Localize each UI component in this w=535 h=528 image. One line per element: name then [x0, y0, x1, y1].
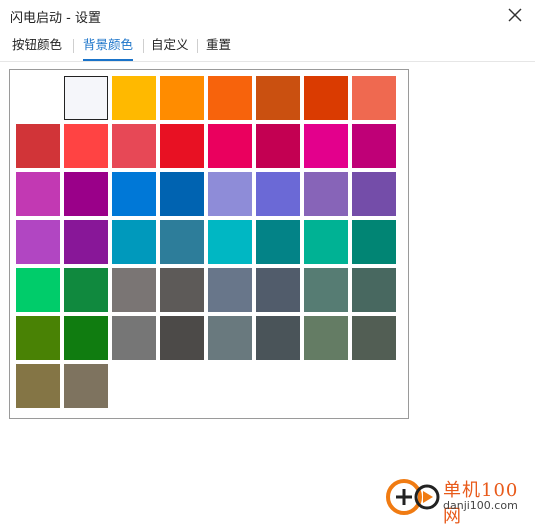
tab-button-color[interactable]: 按钮颜色 — [12, 33, 62, 59]
color-swatch[interactable] — [352, 268, 396, 312]
color-swatch[interactable] — [256, 268, 300, 312]
color-swatch[interactable] — [256, 172, 300, 216]
watermark-url: danji100.com — [443, 499, 518, 512]
color-swatch[interactable] — [256, 220, 300, 264]
color-swatch[interactable] — [16, 220, 60, 264]
color-swatch[interactable] — [304, 220, 348, 264]
tab-reset[interactable]: 重置 — [206, 33, 231, 59]
color-swatch[interactable] — [16, 76, 60, 120]
tab-background-color[interactable]: 背景颜色 — [83, 33, 134, 61]
color-swatch[interactable] — [64, 220, 108, 264]
tab-custom[interactable]: 自定义 — [151, 33, 189, 59]
color-swatch[interactable] — [208, 76, 252, 120]
color-swatch[interactable] — [160, 172, 204, 216]
window-title: 闪电启动 - 设置 — [10, 11, 101, 26]
color-swatch[interactable] — [304, 172, 348, 216]
color-swatch[interactable] — [64, 124, 108, 168]
color-swatch[interactable] — [208, 316, 252, 360]
color-swatch[interactable] — [352, 220, 396, 264]
tab-divider — [143, 39, 144, 53]
color-swatch[interactable] — [64, 76, 108, 120]
color-swatch[interactable] — [256, 76, 300, 120]
close-icon — [508, 8, 522, 22]
color-swatch-grid — [16, 76, 396, 408]
color-swatch[interactable] — [16, 316, 60, 360]
color-swatch[interactable] — [112, 268, 156, 312]
color-swatch[interactable] — [16, 364, 60, 408]
color-swatch[interactable] — [64, 172, 108, 216]
color-swatch[interactable] — [208, 124, 252, 168]
color-swatch[interactable] — [160, 316, 204, 360]
color-swatch[interactable] — [352, 172, 396, 216]
color-swatch[interactable] — [208, 172, 252, 216]
color-swatch[interactable] — [64, 364, 108, 408]
tab-bar: 按钮颜色 背景颜色 自定义 重置 — [0, 33, 535, 62]
color-swatch[interactable] — [304, 124, 348, 168]
color-palette-panel — [9, 69, 409, 419]
color-swatch[interactable] — [64, 316, 108, 360]
color-swatch[interactable] — [64, 268, 108, 312]
color-swatch[interactable] — [112, 220, 156, 264]
color-swatch[interactable] — [160, 76, 204, 120]
color-swatch[interactable] — [112, 76, 156, 120]
color-swatch[interactable] — [112, 124, 156, 168]
color-swatch[interactable] — [112, 172, 156, 216]
color-swatch[interactable] — [208, 220, 252, 264]
color-swatch[interactable] — [304, 316, 348, 360]
color-swatch[interactable] — [16, 268, 60, 312]
tab-divider — [197, 39, 198, 53]
color-swatch[interactable] — [256, 316, 300, 360]
color-swatch[interactable] — [352, 124, 396, 168]
color-swatch[interactable] — [352, 316, 396, 360]
color-swatch[interactable] — [160, 268, 204, 312]
color-swatch[interactable] — [304, 268, 348, 312]
close-button[interactable] — [505, 5, 525, 25]
color-swatch[interactable] — [208, 268, 252, 312]
color-swatch[interactable] — [160, 124, 204, 168]
color-swatch[interactable] — [16, 124, 60, 168]
color-swatch[interactable] — [352, 76, 396, 120]
color-swatch[interactable] — [160, 220, 204, 264]
plus-play-icon — [386, 479, 440, 515]
color-swatch[interactable] — [16, 172, 60, 216]
title-bar: 闪电启动 - 设置 — [0, 0, 535, 32]
color-swatch[interactable] — [112, 316, 156, 360]
color-swatch[interactable] — [304, 76, 348, 120]
watermark: 单机100网 danji100.com — [385, 476, 535, 527]
color-swatch[interactable] — [256, 124, 300, 168]
tab-divider — [73, 39, 74, 53]
